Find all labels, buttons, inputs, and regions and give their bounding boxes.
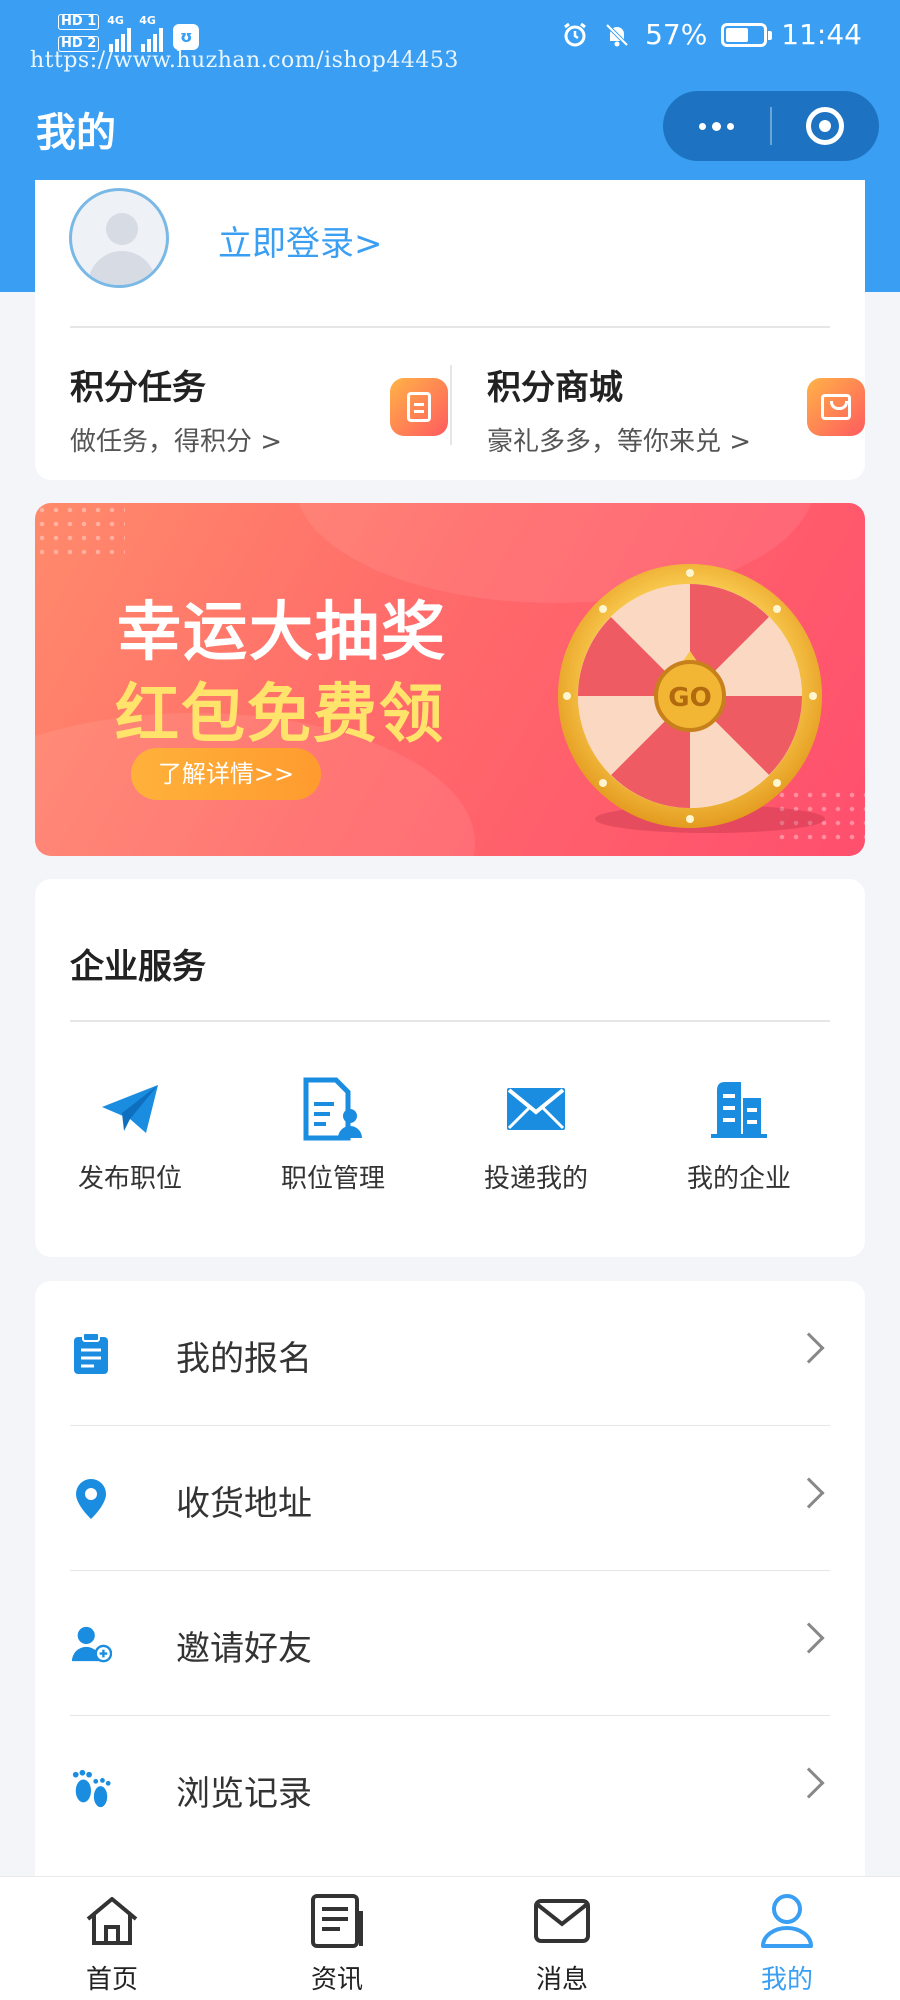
- service-my-company[interactable]: 我的企业: [644, 1074, 834, 1195]
- points-task-entry[interactable]: 积分任务 做任务，得积分 >: [70, 360, 450, 460]
- banner-details-button[interactable]: 了解详情>>: [131, 748, 321, 800]
- more-dots-icon: [699, 121, 735, 131]
- building-icon: [704, 1074, 774, 1144]
- tab-label: 我的: [760, 1965, 813, 1995]
- menu-item-invite-friends[interactable]: 邀请好友: [70, 1571, 830, 1716]
- menu-item-browsing-history[interactable]: 浏览记录: [70, 1716, 830, 1861]
- menu-item-shipping-address[interactable]: 收货地址: [70, 1426, 830, 1571]
- menu-item-label: 收货地址: [176, 1484, 312, 1524]
- page-title: 我的: [36, 110, 116, 156]
- service-label: 投递我的: [483, 1164, 588, 1194]
- tab-label: 资讯: [310, 1965, 363, 1995]
- network-type-label-2: 4G: [139, 14, 156, 27]
- banner-headline: 幸运大抽奖: [117, 596, 447, 670]
- bottom-tab-bar: 首页 资讯 消息 我的: [0, 1876, 900, 2000]
- tab-messages[interactable]: 消息: [502, 1891, 622, 1996]
- menu-item-label: 邀请好友: [176, 1629, 312, 1669]
- hd1-badge: HD 1: [58, 14, 100, 30]
- document-person-icon: [298, 1074, 368, 1144]
- clock: 11:44: [781, 18, 862, 51]
- login-link[interactable]: 立即登录>: [218, 216, 383, 265]
- mute-bell-icon: [605, 23, 629, 46]
- chevron-right-icon: [793, 1332, 825, 1364]
- app-notification-icon: ʊ: [173, 24, 200, 50]
- service-post-job[interactable]: 发布职位: [35, 1074, 225, 1195]
- tab-label: 首页: [85, 1965, 138, 1995]
- news-icon: [307, 1891, 367, 1951]
- battery-icon: [721, 22, 773, 47]
- enterprise-services-card: 企业服务 发布职位 职位管理 投递我的 我的企业: [35, 879, 865, 1257]
- mail-icon: [532, 1891, 592, 1951]
- url-watermark: https://www.huzhan.com/ishop44453: [30, 48, 459, 73]
- service-label: 发布职位: [77, 1164, 182, 1194]
- points-mall-entry[interactable]: 积分商城 豪礼多多，等你来兑 >: [487, 360, 867, 460]
- divider: [70, 326, 830, 328]
- divider-vertical: [450, 365, 452, 445]
- envelope-icon: [501, 1074, 571, 1144]
- user-card: 立即登录> 积分任务 做任务，得积分 > 积分商城 豪礼多多，等你来兑 >: [35, 180, 865, 480]
- service-applications[interactable]: 投递我的: [441, 1074, 631, 1195]
- shopping-bag-icon: [807, 378, 865, 436]
- banner-subheadline: 红包免费领: [115, 678, 445, 752]
- menu-item-label: 我的报名: [176, 1339, 312, 1379]
- divider: [70, 1020, 830, 1022]
- section-title: 企业服务: [70, 947, 206, 987]
- service-label: 我的企业: [686, 1164, 791, 1194]
- paper-plane-icon: [95, 1074, 165, 1144]
- avatar[interactable]: [69, 188, 169, 288]
- location-pin-icon: [70, 1478, 112, 1520]
- network-type-label: 4G: [107, 14, 124, 27]
- add-user-icon: [70, 1623, 112, 1665]
- menu-item-my-registrations[interactable]: 我的报名: [70, 1281, 830, 1426]
- close-miniprogram-button[interactable]: [772, 91, 879, 161]
- clipboard-icon: [70, 1332, 112, 1375]
- home-icon: [82, 1891, 142, 1951]
- chevron-right-icon: [793, 1767, 825, 1799]
- miniprogram-capsule: [663, 91, 879, 161]
- menu-item-label: 浏览记录: [176, 1774, 312, 1814]
- service-job-management[interactable]: 职位管理: [238, 1074, 428, 1195]
- tab-news[interactable]: 资讯: [277, 1891, 397, 1996]
- menu-list-card: 我的报名 收货地址 邀请好友 浏览记录: [35, 1281, 865, 1881]
- battery-percent: 57%: [645, 18, 708, 51]
- tab-label: 消息: [535, 1965, 588, 1995]
- user-icon: [757, 1891, 817, 1951]
- footprint-icon: [70, 1768, 112, 1810]
- task-document-icon: [390, 378, 448, 436]
- service-label: 职位管理: [280, 1164, 385, 1194]
- tab-profile[interactable]: 我的: [727, 1891, 847, 1996]
- chevron-right-icon: [793, 1477, 825, 1509]
- wheel-go-label: GO: [668, 683, 711, 713]
- more-button[interactable]: [663, 91, 770, 161]
- target-circle-icon: [806, 107, 845, 145]
- tab-home[interactable]: 首页: [52, 1891, 172, 1996]
- chevron-right-icon: [793, 1622, 825, 1654]
- lottery-banner[interactable]: 幸运大抽奖 红包免费领 了解详情>> GO: [35, 503, 865, 856]
- alarm-icon: [564, 22, 586, 46]
- prize-wheel-icon: GO: [558, 564, 822, 828]
